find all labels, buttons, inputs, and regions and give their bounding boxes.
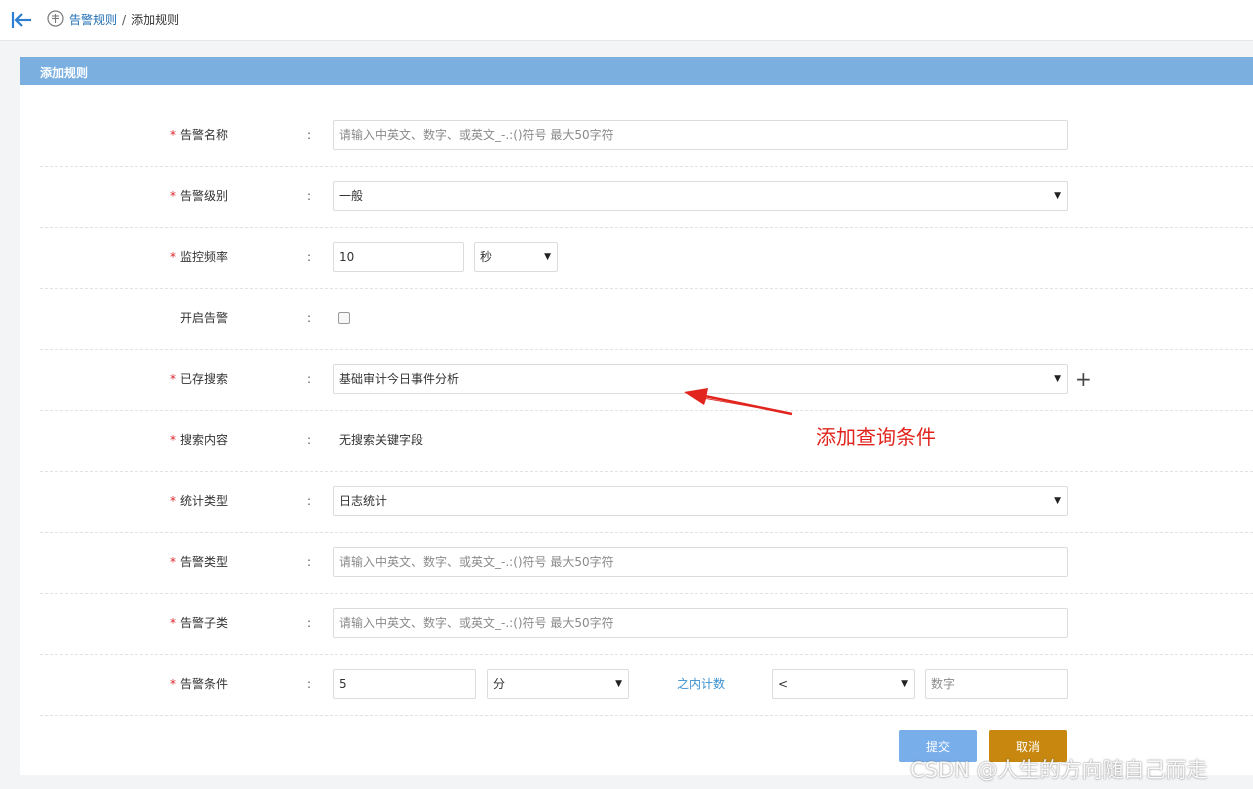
alert-condition-number-input[interactable]: 数字 [925, 669, 1068, 699]
colon: : [307, 128, 312, 142]
alert-type-label: * 告警类型 [170, 555, 229, 569]
colon: : [307, 555, 312, 569]
alert-condition-unit-select[interactable]: 分 ▼ [487, 669, 629, 699]
breadcrumb-separator: / [122, 13, 127, 27]
breadcrumb: 告警规则 / 添加规则 [69, 11, 179, 28]
colon: : [307, 372, 312, 386]
annotation-text: 添加查询条件 [816, 425, 936, 449]
add-search-plus-icon[interactable]: + [1075, 365, 1092, 393]
stat-type-label: * 统计类型 [170, 494, 229, 508]
alert-name-label: * 告警名称 [170, 128, 229, 142]
breadcrumb-parent-link[interactable]: 告警规则 [69, 13, 117, 27]
form-row-alert-subtype: * 告警子类 : 请输入中英文、数字、或英文_-.:()符号 最大50字符 [40, 593, 1253, 655]
caret-down-icon: ▼ [1054, 191, 1061, 201]
add-rule-panel: 添加规则 * 告警名称 : 请输入中英文、数字、或英文_-.:()符号 最大50字… [20, 57, 1253, 775]
form-row-saved-search: * 已存搜索 : 基础审计今日事件分析 ▼ + [40, 349, 1253, 411]
alert-level-select[interactable]: 一般 ▼ [333, 181, 1068, 211]
saved-search-value: 基础审计今日事件分析 [339, 372, 460, 386]
alert-condition-unit-value: 分 [493, 677, 506, 691]
caret-down-icon: ▼ [615, 679, 622, 689]
alert-condition-operator-value: < [778, 677, 789, 691]
required-mark: * [170, 128, 176, 142]
colon: : [307, 677, 312, 691]
form-row-alert-condition: * 告警条件 : 5 分 ▼ 之内计数 < ▼ 数字 [40, 654, 1253, 716]
monitor-frequency-unit-value: 秒 [480, 250, 493, 264]
stat-type-select[interactable]: 日志统计 ▼ [333, 486, 1068, 516]
colon: : [307, 189, 312, 203]
form-row-alert-type: * 告警类型 : 请输入中英文、数字、或英文_-.:()符号 最大50字符 [40, 532, 1253, 594]
caret-down-icon: ▼ [1054, 496, 1061, 506]
form-row-alert-name: * 告警名称 : 请输入中英文、数字、或英文_-.:()符号 最大50字符 [40, 105, 1253, 167]
colon: : [307, 494, 312, 508]
panel-header: 添加规则 [20, 57, 1253, 85]
form-row-search-content: * 搜索内容 : 无搜索关键字段 [40, 410, 1253, 472]
colon: : [307, 616, 312, 630]
form-row-alert-level: * 告警级别 : 一般 ▼ [40, 166, 1253, 228]
search-content-label: * 搜索内容 [170, 433, 229, 447]
circle-list-icon [47, 10, 64, 27]
caret-down-icon: ▼ [1054, 374, 1061, 384]
alert-level-value: 一般 [339, 189, 364, 203]
breadcrumb-current: 添加规则 [131, 13, 180, 27]
alert-level-label: * 告警级别 [170, 189, 229, 203]
back-arrow-icon[interactable] [10, 9, 34, 31]
within-count-label: 之内计数 [677, 677, 726, 691]
saved-search-select[interactable]: 基础审计今日事件分析 ▼ [333, 364, 1068, 394]
stat-type-value: 日志统计 [339, 494, 388, 508]
alert-type-input[interactable]: 请输入中英文、数字、或英文_-.:()符号 最大50字符 [333, 547, 1068, 577]
colon: : [307, 250, 312, 264]
monitor-frequency-label: * 监控频率 [170, 250, 229, 264]
form-row-enable-alert: 开启告警 : [40, 288, 1253, 350]
search-content-value: 无搜索关键字段 [339, 433, 424, 447]
form-row-stat-type: * 统计类型 : 日志统计 ▼ [40, 471, 1253, 533]
top-bar: 告警规则 / 添加规则 [0, 0, 1253, 41]
alert-name-input[interactable]: 请输入中英文、数字、或英文_-.:()符号 最大50字符 [333, 120, 1068, 150]
form-row-monitor-frequency: * 监控频率 : 10 秒 ▼ [40, 227, 1253, 289]
colon: : [307, 311, 312, 325]
monitor-frequency-input[interactable]: 10 [333, 242, 464, 272]
caret-down-icon: ▼ [901, 679, 908, 689]
alert-condition-label: * 告警条件 [170, 677, 229, 691]
enable-alert-checkbox[interactable] [338, 312, 350, 324]
enable-alert-label: 开启告警 [180, 311, 229, 325]
monitor-frequency-unit-select[interactable]: 秒 ▼ [474, 242, 558, 272]
caret-down-icon: ▼ [544, 252, 551, 262]
alert-subtype-input[interactable]: 请输入中英文、数字、或英文_-.:()符号 最大50字符 [333, 608, 1068, 638]
panel-title: 添加规则 [40, 66, 89, 80]
alert-subtype-label: * 告警子类 [170, 616, 229, 630]
alert-condition-duration-input[interactable]: 5 [333, 669, 476, 699]
saved-search-label: * 已存搜索 [170, 372, 229, 386]
colon: : [307, 433, 312, 447]
watermark: CSDN @人生的方向随自己而走 [910, 758, 1208, 782]
alert-condition-operator-select[interactable]: < ▼ [772, 669, 915, 699]
